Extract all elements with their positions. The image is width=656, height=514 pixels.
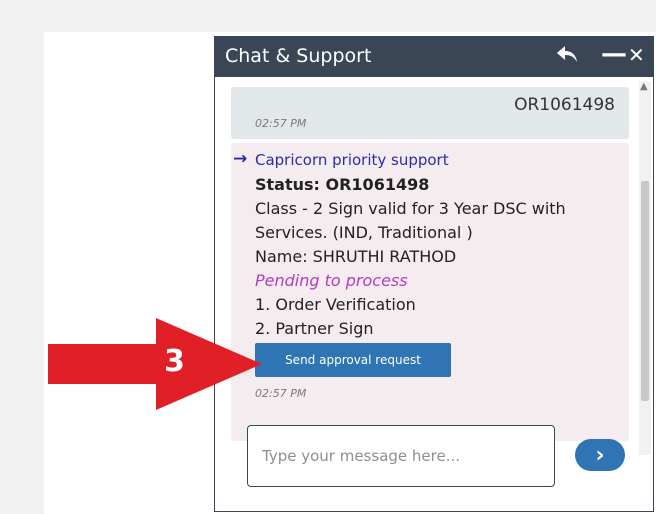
- close-icon[interactable]: ✕: [628, 43, 645, 67]
- pending-step-2: 2. Partner Sign: [255, 319, 374, 338]
- callout-step-number: 3: [164, 344, 185, 379]
- scroll-up-icon[interactable]: ▲: [640, 81, 648, 92]
- send-button[interactable]: ›: [575, 439, 625, 471]
- user-message: OR1061498 02:57 PM: [231, 87, 629, 139]
- user-message-time: 02:57 PM: [255, 117, 307, 130]
- chat-header: Chat & Support — ✕: [215, 37, 653, 77]
- bot-message-time: 02:57 PM: [255, 387, 307, 400]
- chat-title: Chat & Support: [225, 45, 372, 67]
- order-class-line2: Services. (IND, Traditional ): [255, 223, 473, 242]
- pending-label: Pending to process: [255, 271, 408, 290]
- scroll-thumb[interactable]: [641, 181, 649, 401]
- bot-message: → Capricorn priority support Status: OR1…: [231, 143, 629, 441]
- user-message-text: OR1061498: [514, 95, 615, 115]
- message-scrollbar[interactable]: ▲: [639, 81, 651, 455]
- minimize-icon[interactable]: —: [601, 39, 627, 69]
- message-input[interactable]: [247, 425, 555, 487]
- order-status: Status: OR1061498: [255, 175, 430, 194]
- reply-icon[interactable]: [555, 43, 579, 69]
- chat-widget: Chat & Support — ✕ OR1061498 02:57 PM → …: [214, 36, 654, 512]
- customer-name: Name: SHRUTHI RATHOD: [255, 247, 457, 266]
- chevron-right-icon: ›: [595, 442, 605, 468]
- arrow-right-icon: →: [233, 149, 248, 169]
- order-class-line1: Class - 2 Sign valid for 3 Year DSC with: [255, 199, 566, 218]
- pending-step-1: 1. Order Verification: [255, 295, 416, 314]
- bot-sender: Capricorn priority support: [255, 151, 449, 169]
- send-approval-request-button[interactable]: Send approval request: [255, 343, 451, 377]
- callout-arrow-icon: [48, 318, 262, 410]
- message-list: OR1061498 02:57 PM → Capricorn priority …: [229, 81, 631, 457]
